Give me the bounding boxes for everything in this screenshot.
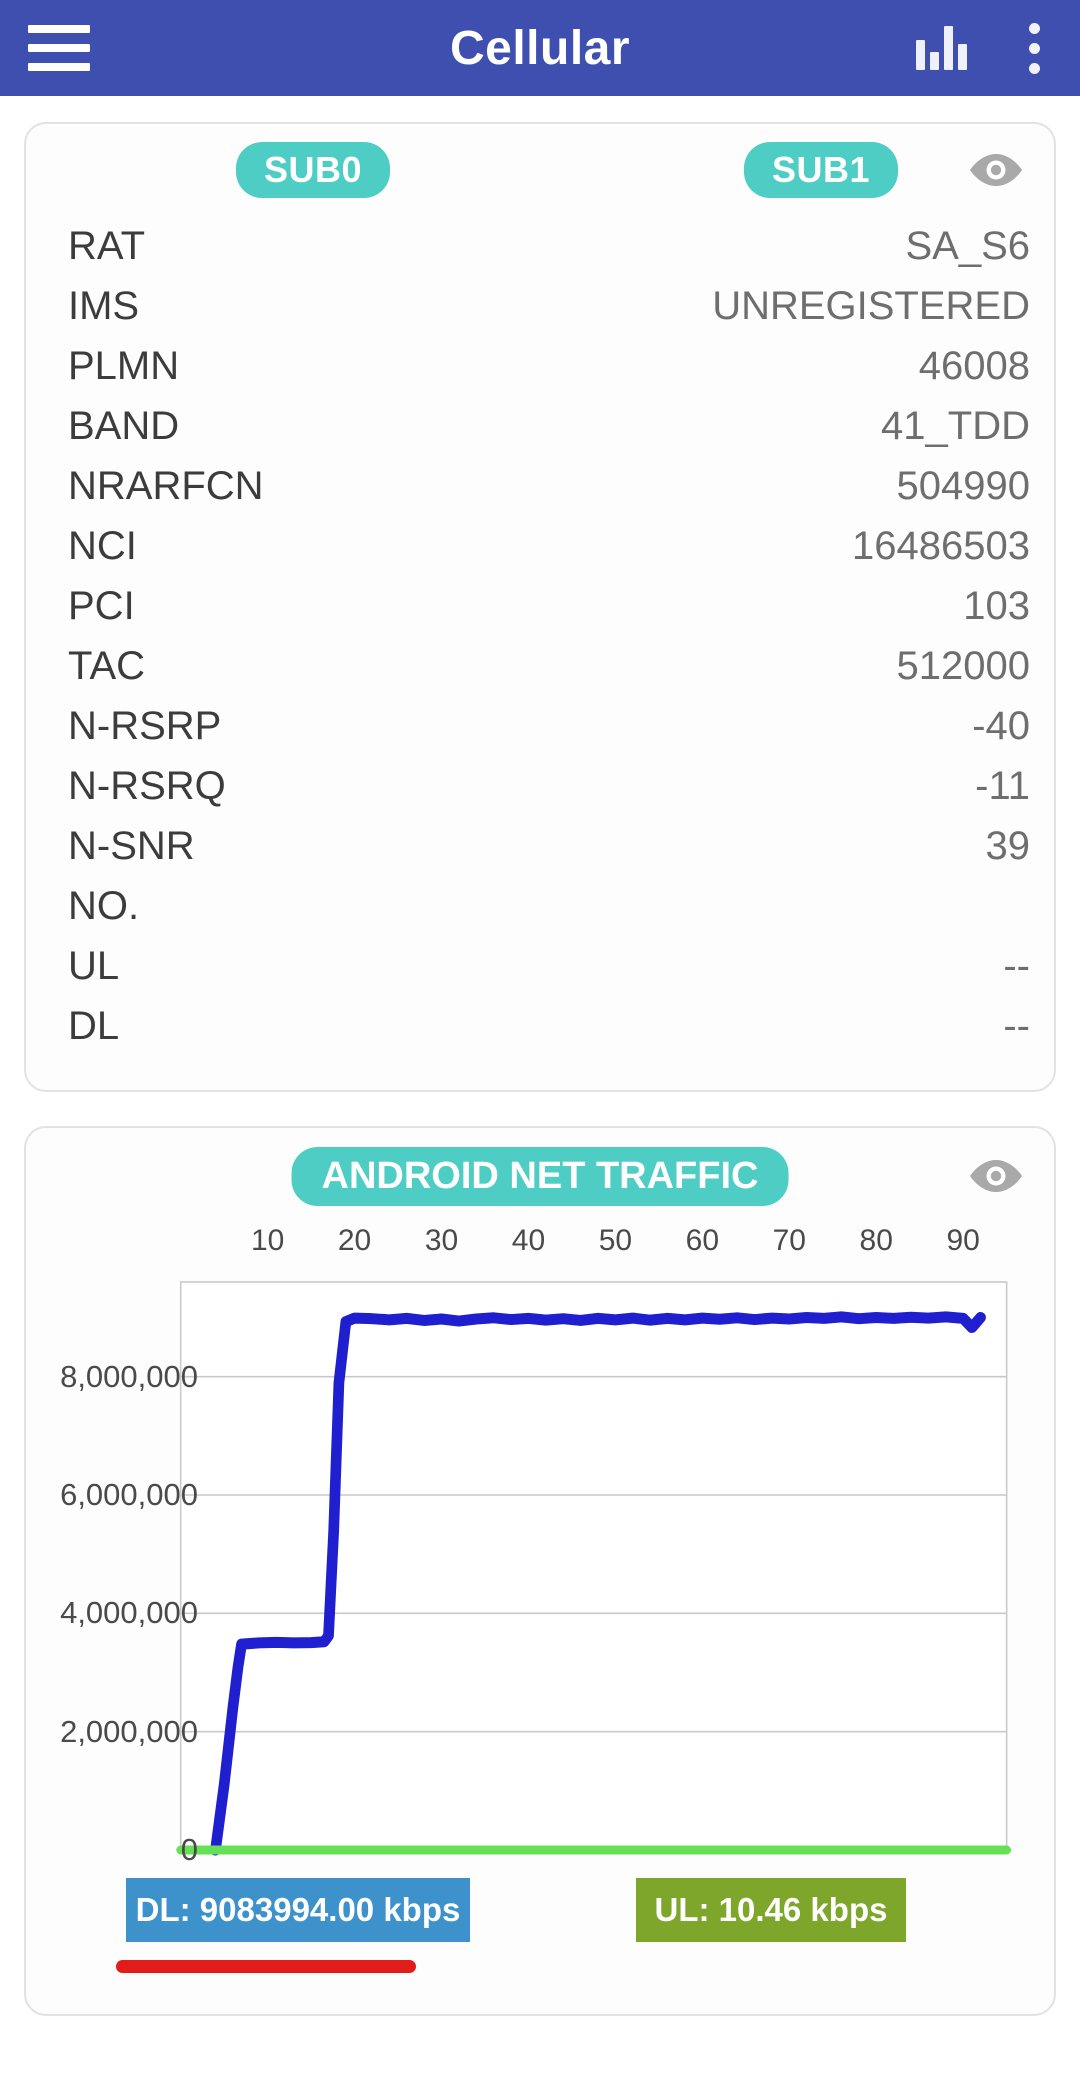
chart-x-tick: 70 (772, 1224, 806, 1257)
table-row: TAC 512000 (26, 644, 1054, 704)
row-label: N-RSRQ (68, 764, 226, 808)
chart-x-tick: 30 (424, 1224, 459, 1257)
table-row: IMS UNREGISTERED (26, 284, 1054, 344)
ul-badge[interactable]: UL: 10.46 kbps (636, 1878, 906, 1942)
chart-x-tick: 60 (685, 1224, 720, 1257)
sim-card-header: SUB0 SUB1 (26, 124, 1054, 216)
table-row: NRARFCN 504990 (26, 464, 1054, 524)
chart-x-tick: 80 (859, 1224, 893, 1257)
table-row: NCI 16486503 (26, 524, 1054, 584)
sub0-label: SUB0 (236, 142, 391, 198)
chart-plot-area: 0 2,000,000 4,000,000 6,000,000 8,000,000 (26, 1276, 1030, 1867)
table-row: N-SNR 39 (26, 824, 1054, 884)
row-value: 39 (985, 824, 1031, 868)
sub1-badge[interactable]: SUB1 (744, 142, 899, 198)
row-value: 504990 (896, 464, 1030, 508)
chart-x-axis: 10 20 30 40 50 60 70 80 90 (26, 1224, 1030, 1276)
eye-icon[interactable] (968, 151, 1024, 189)
row-label: TAC (68, 644, 146, 688)
row-label: NO. (68, 884, 140, 928)
row-value: -11 (975, 764, 1030, 808)
table-row: DL -- (26, 1004, 1054, 1064)
app-bar-actions (916, 19, 1052, 78)
row-value: 41_TDD (881, 404, 1030, 448)
chart-card-header: ANDROID NET TRAFFIC (26, 1128, 1054, 1224)
row-label: IMS (68, 284, 140, 328)
row-label: PLMN (68, 344, 180, 388)
row-label: NCI (68, 524, 137, 568)
row-value: 46008 (918, 344, 1030, 388)
dl-underline-marker (116, 1960, 416, 1973)
chart-y-tick: 8,000,000 (60, 1358, 198, 1394)
net-traffic-card: ANDROID NET TRAFFIC 10 20 30 40 50 60 70 80 90 0… (24, 1126, 1056, 2016)
table-row: RAT SA_S6 (26, 224, 1054, 284)
chart-y-tick: 6,000,000 (60, 1477, 198, 1512)
row-label: DL (68, 1004, 120, 1048)
chart-legend: DL: 9083994.00 kbps UL: 10.46 kbps (26, 1868, 1054, 1996)
row-value: -40 (972, 704, 1030, 748)
table-row: NO. (26, 884, 1054, 944)
table-row: UL -- (26, 944, 1054, 1004)
chart-x-tick: 50 (598, 1224, 633, 1257)
row-label: BAND (68, 404, 180, 448)
dl-badge[interactable]: DL: 9083994.00 kbps (126, 1878, 470, 1942)
bar-chart-icon[interactable] (916, 26, 967, 70)
chart-y-tick: 2,000,000 (60, 1713, 198, 1749)
row-value: -- (1003, 1004, 1030, 1048)
table-row: N-RSRP -40 (26, 704, 1054, 764)
chart-x-tick: 90 (946, 1224, 980, 1257)
row-value: UNREGISTERED (712, 284, 1030, 328)
row-value: SA_S6 (905, 224, 1030, 268)
sim-info-rows: RAT SA_S6 IMS UNREGISTERED PLMN 46008 BAND 4… (26, 216, 1054, 1090)
sim-info-card: SUB0 SUB1 RAT SA_S6 IMS UNREGISTERED PLMN 4… (24, 122, 1056, 1092)
chart-y-tick: 0 (180, 1832, 198, 1867)
row-label: N-RSRP (68, 704, 222, 748)
row-value: -- (1003, 944, 1030, 988)
chart-x-tick: 40 (511, 1224, 546, 1257)
chart-title: ANDROID NET TRAFFIC (291, 1146, 789, 1206)
chart-x-tick: 20 (337, 1224, 372, 1257)
sub0-badge[interactable]: SUB0 (236, 142, 391, 198)
row-value: 103 (963, 584, 1030, 628)
table-row: BAND 41_TDD (26, 404, 1054, 464)
row-label: PCI (68, 584, 135, 628)
app-bar: Cellular (0, 0, 1080, 96)
sub1-label: SUB1 (744, 142, 899, 198)
table-row: N-RSRQ -11 (26, 764, 1054, 824)
three-dots-icon[interactable] (1017, 19, 1052, 78)
row-label: UL (68, 944, 120, 988)
table-row: PCI 103 (26, 584, 1054, 644)
row-value: 16486503 (852, 524, 1030, 568)
eye-icon[interactable] (968, 1157, 1024, 1195)
row-label: NRARFCN (68, 464, 264, 508)
row-label: RAT (68, 224, 146, 268)
hamburger-icon[interactable] (28, 25, 90, 71)
row-label: N-SNR (68, 824, 195, 868)
row-value: 512000 (896, 644, 1030, 688)
chart-y-tick: 4,000,000 (60, 1595, 198, 1631)
chart-x-tick: 10 (250, 1224, 285, 1257)
table-row: PLMN 46008 (26, 344, 1054, 404)
